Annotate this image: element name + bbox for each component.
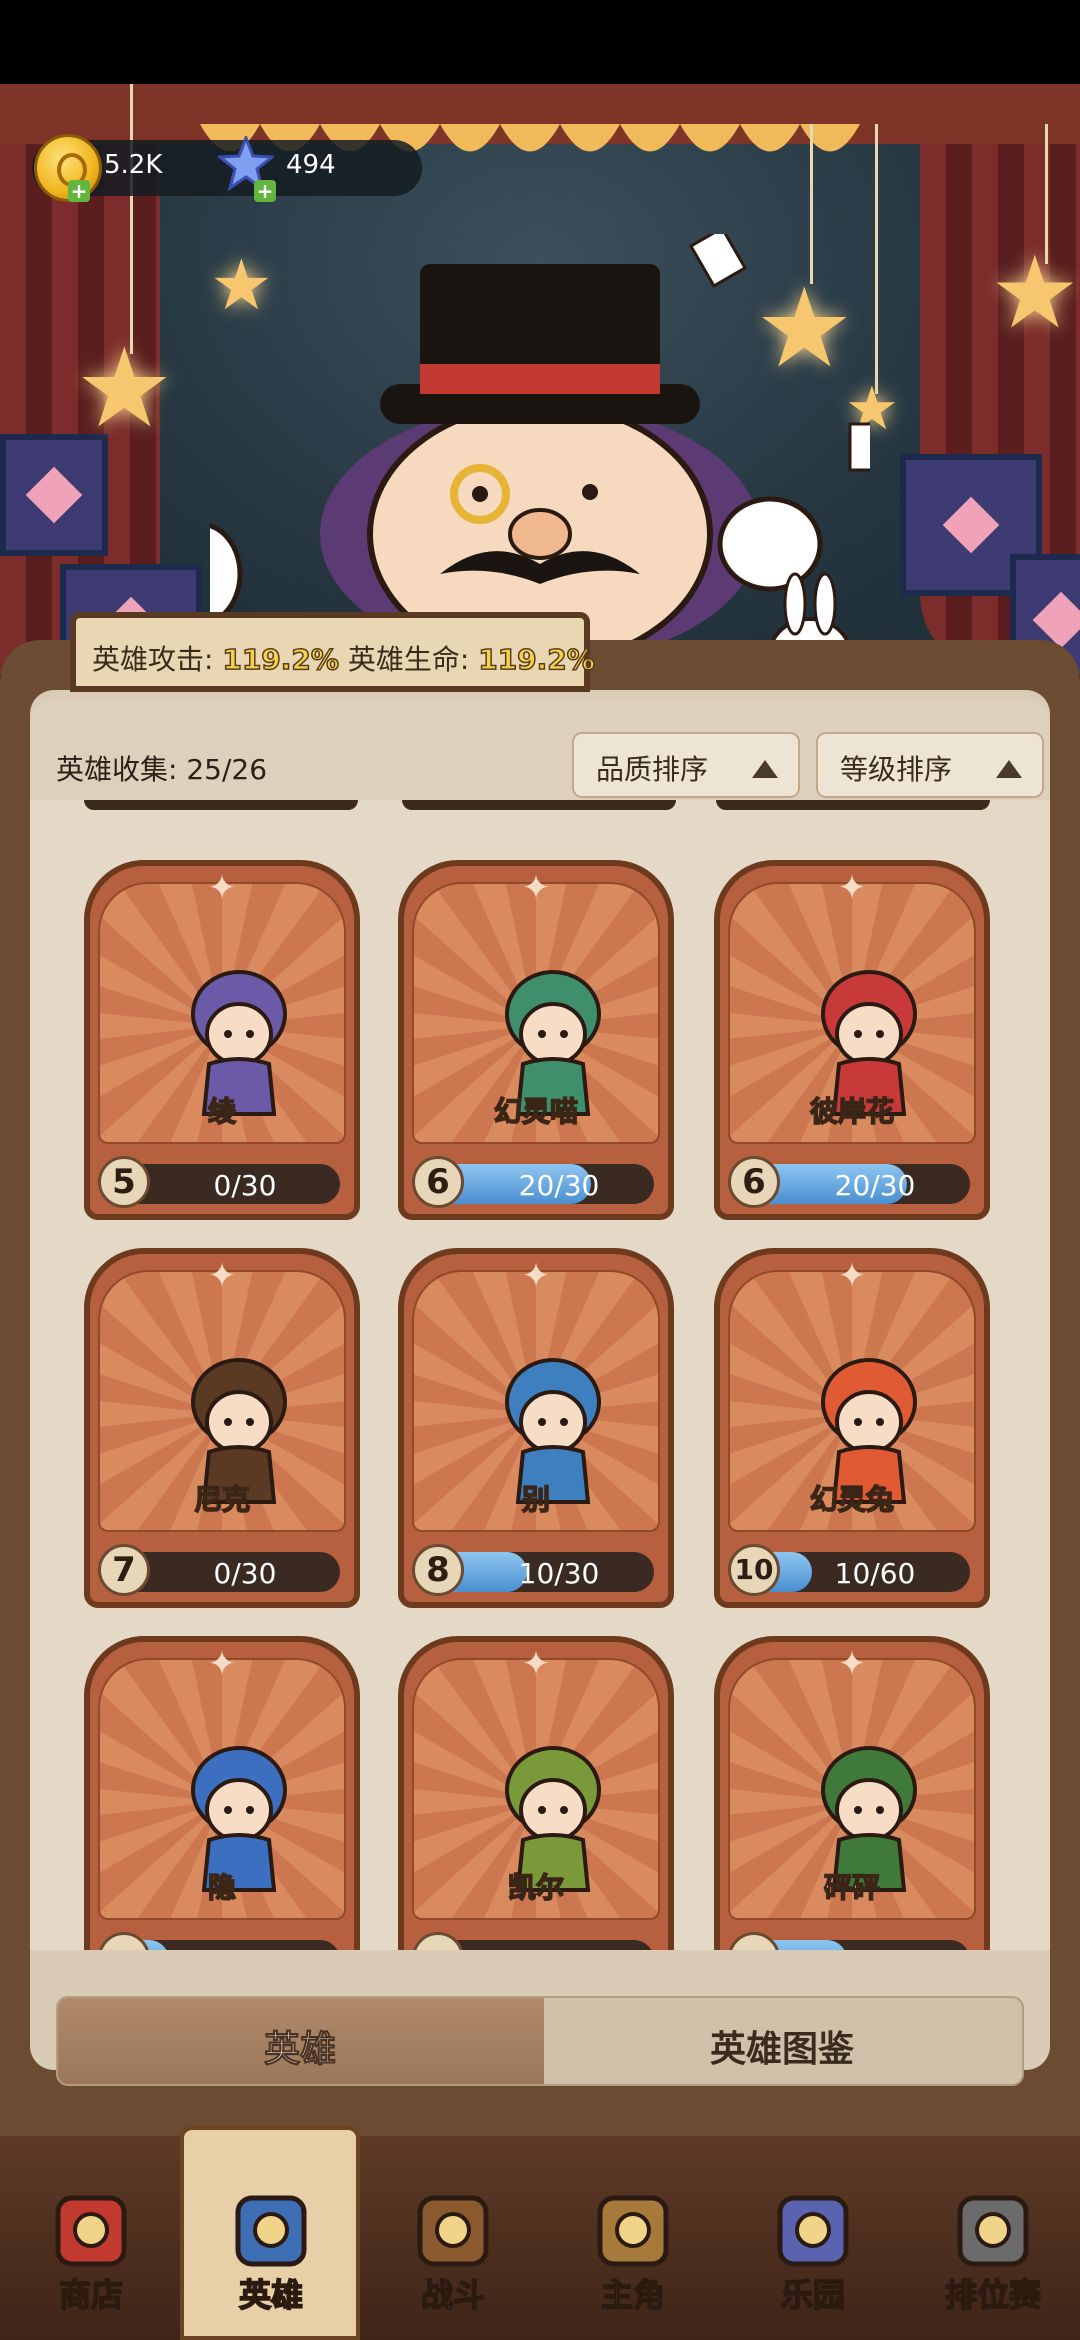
ranked-lock-icon xyxy=(957,2195,1029,2267)
hero-card[interactable]: ✦ 幻灵兔 10/60 10 xyxy=(714,1248,990,1608)
hero-progress-text: 0/30 xyxy=(213,1169,277,1202)
attack-label: 英雄攻击: xyxy=(92,643,214,676)
hero-level-badge: 8 xyxy=(412,1544,464,1596)
card-sparkle-icon: ✦ xyxy=(207,1644,237,1684)
nav-item-2[interactable]: 战斗 xyxy=(378,2180,528,2330)
sort-quality-button[interactable]: 品质排序 xyxy=(572,732,800,798)
hero-progress-text: 10/60 xyxy=(834,1557,916,1590)
nav-item-1[interactable]: 英雄 xyxy=(196,2180,346,2330)
card-sparkle-icon: ✦ xyxy=(837,1256,867,1296)
hero-name: 彼岸花 xyxy=(809,1094,895,1129)
nav-label: 商店 xyxy=(58,2275,124,2315)
hero-card[interactable]: ✦ 凯尔 xyxy=(398,1636,674,1950)
nav-item-3[interactable]: 主角 xyxy=(558,2180,708,2330)
card-sparkle-icon: ✦ xyxy=(521,868,551,908)
sort-level-button[interactable]: 等级排序 xyxy=(816,732,1044,798)
status-bar xyxy=(0,0,1080,84)
hero-name: 绫 xyxy=(207,1094,237,1129)
gem-amount: 494 xyxy=(286,150,336,180)
hero-card[interactable]: ✦ 砰砰 xyxy=(714,1636,990,1950)
nav-item-4[interactable]: 乐园 xyxy=(738,2180,888,2330)
magician-illustration xyxy=(210,234,870,674)
hero-progress-text: 20/30 xyxy=(834,1169,916,1202)
hero-cards-icon xyxy=(235,2195,307,2267)
hero-name: 别 xyxy=(521,1482,551,1517)
sort-arrow-up-icon xyxy=(752,760,778,778)
nav-item-5[interactable]: 排位赛 xyxy=(918,2180,1068,2330)
hero-card[interactable]: ✦ 隐 xyxy=(84,1636,360,1950)
castle-icon xyxy=(777,2195,849,2267)
collection-count: 英雄收集: 25/26 xyxy=(56,748,267,788)
hero-tabs: 英雄 英雄图鉴 xyxy=(56,1996,1024,2086)
nav-label: 英雄 xyxy=(238,2275,304,2315)
hero-level-badge: 6 xyxy=(728,1156,780,1208)
sort-level-label: 等级排序 xyxy=(840,753,953,786)
sort-quality-label: 品质排序 xyxy=(596,753,709,786)
card-sparkle-icon: ✦ xyxy=(207,1256,237,1296)
hero-name: 幻灵喵 xyxy=(493,1094,579,1129)
tab-codex[interactable]: 英雄图鉴 xyxy=(710,2020,854,2072)
protagonist-owl-icon xyxy=(597,2195,669,2267)
hero-name: 砰砰 xyxy=(823,1870,881,1905)
hero-progress-text: 20/30 xyxy=(518,1169,600,1202)
hp-value: 119.2% xyxy=(477,642,595,677)
card-sparkle-icon: ✦ xyxy=(837,868,867,908)
sort-arrow-up-icon xyxy=(996,760,1022,778)
hero-name: 凯尔 xyxy=(507,1870,565,1905)
nav-item-0[interactable]: 商店 xyxy=(16,2180,166,2330)
nav-label: 排位赛 xyxy=(944,2275,1042,2315)
hero-name: 隐 xyxy=(207,1870,237,1905)
collection-label: 英雄收集: xyxy=(56,753,178,786)
collection-value: 25/26 xyxy=(186,753,268,786)
stage-block xyxy=(0,434,108,556)
battle-icon xyxy=(417,2195,489,2267)
gold-amount: 5.2K xyxy=(104,150,163,180)
hero-name: 幻灵兔 xyxy=(809,1482,895,1517)
hp-label: 英雄生命: xyxy=(347,643,470,676)
hero-card[interactable]: ✦ 别 10/30 8 xyxy=(398,1248,674,1608)
hero-level-badge: 10 xyxy=(728,1544,780,1596)
card-sparkle-icon: ✦ xyxy=(521,1256,551,1296)
shop-icon xyxy=(55,2195,127,2267)
hanging-star-icon: ★ xyxy=(75,324,174,452)
stats-line: 英雄攻击: 119.2% 英雄生命: 119.2% xyxy=(92,638,596,678)
attack-value: 119.2% xyxy=(222,642,340,677)
tab-heroes-label: 英雄 xyxy=(263,2029,337,2071)
card-sparkle-icon: ✦ xyxy=(521,1644,551,1684)
hero-level-badge: 5 xyxy=(98,1156,150,1208)
hero-level-badge: 6 xyxy=(412,1156,464,1208)
nav-label: 战斗 xyxy=(420,2275,486,2315)
nav-label: 乐园 xyxy=(780,2275,846,2315)
hero-progress-text: 0/30 xyxy=(213,1557,277,1590)
card-sparkle-icon: ✦ xyxy=(207,868,237,908)
stats-plaque: 英雄攻击: 119.2% 英雄生命: 119.2% xyxy=(70,612,596,692)
hero-level-badge: 7 xyxy=(98,1544,150,1596)
nav-label: 主角 xyxy=(600,2275,666,2315)
hero-name: 尼克 xyxy=(193,1482,251,1517)
add-gold-button[interactable]: + xyxy=(68,180,90,202)
hero-grid[interactable]: ✦ 绫 0/30 5 ✦ 幻灵喵 20/30 6 ✦ 彼岸花 20/30 6 ✦… xyxy=(30,800,1050,1950)
hero-card[interactable]: ✦ 绫 0/30 5 xyxy=(84,860,360,1220)
hero-card[interactable]: ✦ 尼克 0/30 7 xyxy=(84,1248,360,1608)
add-gems-button[interactable]: + xyxy=(254,180,276,202)
hanging-star-icon: ★ xyxy=(990,234,1080,351)
hero-card[interactable]: ✦ 幻灵喵 20/30 6 xyxy=(398,860,674,1220)
hero-card[interactable]: ✦ 彼岸花 20/30 6 xyxy=(714,860,990,1220)
card-sparkle-icon: ✦ xyxy=(837,1644,867,1684)
hero-progress-text: 10/30 xyxy=(518,1557,600,1590)
